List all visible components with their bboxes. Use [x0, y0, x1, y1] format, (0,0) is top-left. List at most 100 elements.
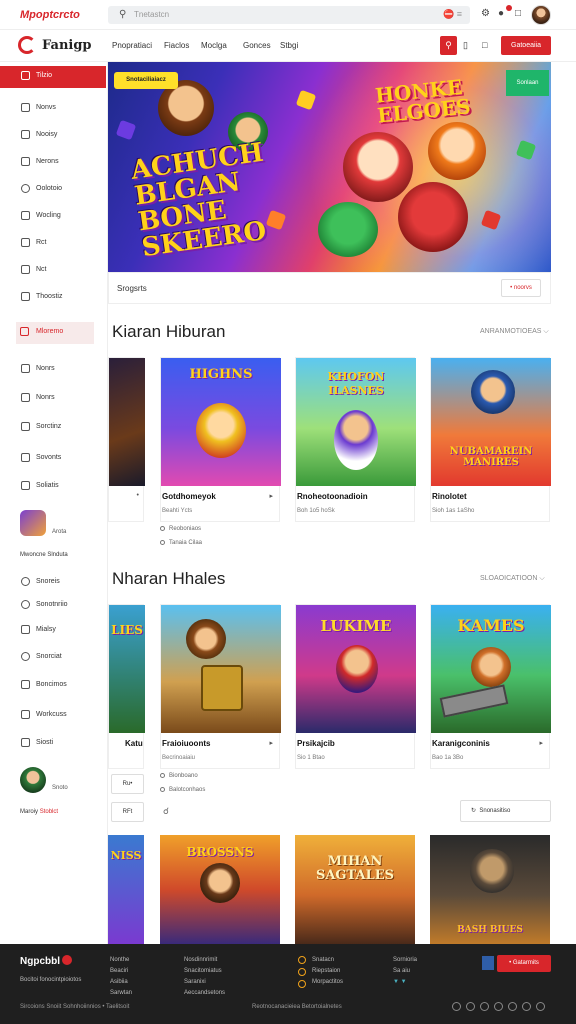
- sidebar-item-home[interactable]: Tilzio: [0, 66, 106, 88]
- footer-link[interactable]: Asibiia: [110, 977, 132, 988]
- small-button-1[interactable]: Ru•: [111, 774, 144, 794]
- gift-icon[interactable]: ⚙: [481, 8, 490, 19]
- sidebar-item-17[interactable]: Mialsy: [0, 620, 106, 642]
- game-card[interactable]: •: [108, 357, 145, 522]
- user-avatar-1[interactable]: [20, 510, 46, 536]
- small-button-2[interactable]: RFt: [111, 802, 144, 822]
- sidebar-item-highlight[interactable]: Mloremo: [16, 322, 94, 344]
- nav-link-4[interactable]: Gonces: [243, 41, 271, 50]
- social-icon[interactable]: [522, 1002, 531, 1011]
- bookmark-icon[interactable]: ▯: [463, 40, 468, 51]
- brand-wordmark[interactable]: Mpoptcrcto: [20, 9, 80, 21]
- sidebar-item-9[interactable]: Thoostiz: [0, 287, 106, 309]
- game-card[interactable]: NUBAMAREIN MANIRES Rinolotet Sioh 1as 1a…: [430, 357, 551, 522]
- game-name[interactable]: Rnoheotoonadioin: [297, 492, 368, 501]
- section-2-more-link[interactable]: SLOAOICATIOON ⌵: [480, 575, 545, 583]
- social-icon[interactable]: [508, 1002, 517, 1011]
- chat-icon[interactable]: □: [515, 8, 521, 19]
- footer-link[interactable]: Saranixi: [184, 977, 225, 988]
- footer-link[interactable]: Sa aiu: [393, 966, 417, 977]
- game-card[interactable]: Fraioiuoonts ▸ Becrinoaiaiu: [160, 604, 281, 769]
- sidebar-item-18[interactable]: Snorciat: [0, 647, 106, 669]
- game-card[interactable]: LUKIME Prsikajcib Sio 1 Btao: [295, 604, 416, 769]
- social-icon[interactable]: [466, 1002, 475, 1011]
- user-avatar-2[interactable]: [20, 767, 46, 793]
- site-logo[interactable]: Fanigp: [42, 38, 92, 53]
- sidebar-item-7[interactable]: Rct: [0, 233, 106, 255]
- game-name[interactable]: Fraioiuoonts: [162, 739, 210, 748]
- footer-link[interactable]: Aeccandsetons: [184, 988, 225, 999]
- game-name[interactable]: Rinolotet: [432, 492, 467, 501]
- facebook-icon[interactable]: [482, 956, 494, 970]
- logo-icon[interactable]: [18, 36, 36, 54]
- footer-brand[interactable]: Ngpcbbl: [20, 956, 60, 967]
- social-icon[interactable]: [494, 1002, 503, 1011]
- sidebar-item-12[interactable]: Sorctinz: [0, 417, 106, 439]
- nav-link-2[interactable]: Fiaclos: [164, 41, 189, 50]
- sidebar-item-3[interactable]: Nooisy: [0, 125, 106, 147]
- sidebar-item-11[interactable]: Nonrs: [0, 388, 106, 410]
- game-name[interactable]: Gotdhomeyok: [162, 492, 216, 501]
- footer-link[interactable]: Snatacn: [312, 955, 343, 966]
- game-card[interactable]: BASH BIUES: [430, 835, 550, 944]
- sidebar-item-2[interactable]: Nonvs: [0, 98, 106, 120]
- game-card[interactable]: MIHAN SAGTALES: [295, 835, 415, 944]
- game-name[interactable]: Karanigconinis: [432, 739, 490, 748]
- sidebar-item-10[interactable]: Nonrs: [0, 359, 106, 381]
- heading-text-red[interactable]: Stoblct: [40, 809, 58, 815]
- game-card[interactable]: KHOFON ILASNES Rnoheotoonadioin Boh 1o5 …: [295, 357, 416, 522]
- footer-cta-button[interactable]: • Gatarmits: [497, 955, 551, 972]
- nav-link-1[interactable]: Pnopratiaci: [112, 41, 152, 50]
- sidebar-item-5[interactable]: Oolotoio: [0, 179, 106, 201]
- hero-banner[interactable]: Snotaciliaiacz ACHUCH BLGAN BONE SKEERO …: [108, 62, 551, 272]
- footer-link[interactable]: Riepstaion: [312, 966, 343, 977]
- game-card[interactable]: NISS: [108, 835, 144, 944]
- card-menu-icon[interactable]: ▸: [539, 739, 543, 747]
- footer-link[interactable]: Morpactitos: [312, 977, 343, 988]
- footer-link[interactable]: Sornioria: [393, 955, 417, 966]
- footer-link[interactable]: Beaciri: [110, 966, 132, 977]
- sidebar-item-8[interactable]: Nct: [0, 260, 106, 282]
- nav-link-5[interactable]: Stbgi: [280, 41, 298, 50]
- message-icon[interactable]: □: [482, 40, 487, 50]
- sidebar-item-14[interactable]: Soliatis: [0, 476, 106, 498]
- search-input[interactable]: Tnetastcn: [134, 10, 169, 19]
- footer-link[interactable]: Snacitomiatus: [184, 966, 225, 977]
- sidebar-item-16[interactable]: Sonotnriio: [0, 595, 106, 617]
- social-icon[interactable]: [480, 1002, 489, 1011]
- sidebar-item-19[interactable]: Boncimos: [0, 675, 106, 697]
- search-button[interactable]: ⚲: [440, 36, 457, 55]
- section-1-more-link[interactable]: ANRANMOTIOEAS ⌵: [480, 328, 549, 336]
- footer-link[interactable]: ▼ ▼: [393, 977, 417, 988]
- card-menu-icon[interactable]: •: [137, 492, 139, 499]
- sidebar-item-6[interactable]: Wocling: [0, 206, 106, 228]
- card-menu-icon[interactable]: ▸: [269, 739, 273, 747]
- sidebar-item-20[interactable]: Workcuss: [0, 705, 106, 727]
- hero-corner-tag[interactable]: Sonlaan: [506, 70, 549, 96]
- card-menu-icon[interactable]: ▸: [269, 492, 273, 500]
- footer-link[interactable]: Nonthe: [110, 955, 132, 966]
- game-card[interactable]: HIGHNS Gotdhomeyok ▸ Beahti Ycts: [160, 357, 281, 522]
- social-icon[interactable]: [536, 1002, 545, 1011]
- sidebar-item-4[interactable]: Nerons: [0, 152, 106, 174]
- footer-link[interactable]: Sarwtan: [110, 988, 132, 999]
- sidebar-item-21[interactable]: Siosti: [0, 733, 106, 755]
- game-name[interactable]: Prsikajcib: [297, 739, 335, 748]
- bell-icon[interactable]: ●: [498, 8, 504, 19]
- footer-link[interactable]: Nosdinnrimit: [184, 955, 225, 966]
- sidebar-item-15[interactable]: Snoreis: [0, 572, 106, 594]
- hero-caption-button[interactable]: • noorvs: [501, 279, 541, 297]
- social-icon[interactable]: [452, 1002, 461, 1011]
- game-name[interactable]: Katu: [125, 739, 143, 748]
- load-more-button[interactable]: ↻ Snonasitiso: [460, 800, 551, 822]
- sidebar-item-13[interactable]: Sovonts: [0, 448, 106, 470]
- user-avatar[interactable]: [531, 5, 551, 25]
- pin-icon[interactable]: ☌: [163, 806, 169, 817]
- game-card[interactable]: LIES Katu: [108, 604, 145, 769]
- nav-link-3[interactable]: Moclga: [201, 41, 227, 50]
- game-card[interactable]: BROSSNS: [160, 835, 280, 944]
- search-bar[interactable]: ⚲ Tnetastcn ⛔ ≡: [108, 6, 470, 24]
- game-card[interactable]: KAMES Karanigconinis ▸ Bao 1a 3Bo: [430, 604, 551, 769]
- signup-button[interactable]: Gatoeaiia: [501, 36, 551, 55]
- search-options[interactable]: ⛔ ≡: [443, 9, 462, 20]
